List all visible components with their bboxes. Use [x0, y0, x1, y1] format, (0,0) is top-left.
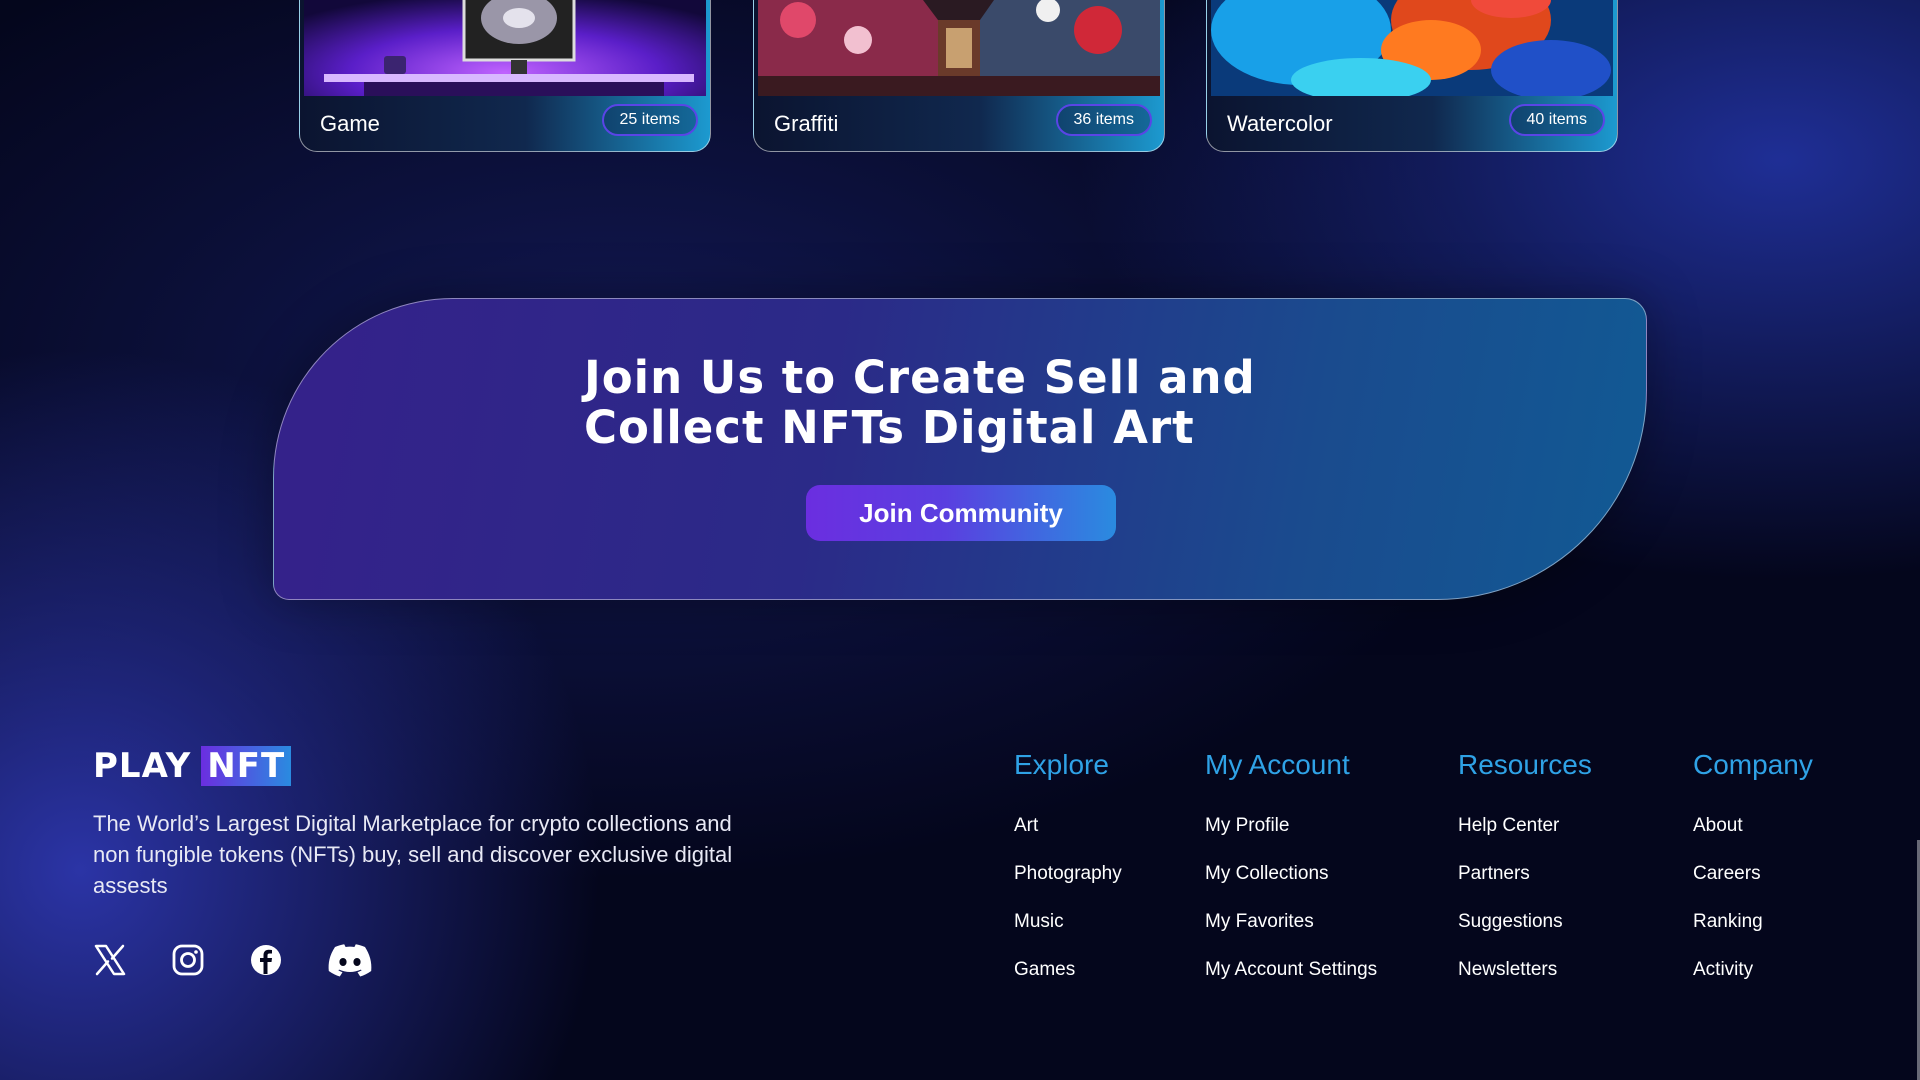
collection-count-badge: 40 items [1508, 104, 1605, 136]
footer-link-my-account-settings[interactable]: My Account Settings [1205, 946, 1377, 994]
join-community-button[interactable]: Join Community [806, 485, 1116, 541]
footer-link-music[interactable]: Music [1014, 898, 1122, 946]
footer-heading-my-account: My Account [1205, 749, 1350, 780]
graffiti-thumbnail [758, 0, 1160, 96]
collection-card-game[interactable]: Game 25 items [299, 0, 711, 152]
footer-link-my-favorites[interactable]: My Favorites [1205, 898, 1377, 946]
footer-heading-resources: Resources [1458, 749, 1592, 780]
brand-logo[interactable]: PLAY NFT [93, 746, 292, 786]
footer-link-suggestions[interactable]: Suggestions [1458, 898, 1592, 946]
footer-link-my-collections[interactable]: My Collections [1205, 850, 1377, 898]
banner-heading-line1: Join Us to Create Sell and [584, 351, 1256, 404]
footer-link-partners[interactable]: Partners [1458, 850, 1592, 898]
collection-cards: Game 25 items Graffiti 36 items Watercol… [0, 0, 1920, 160]
collection-card-graffiti[interactable]: Graffiti 36 items [753, 0, 1165, 152]
footer-heading-company: Company [1693, 749, 1813, 780]
collection-name: Watercolor [1227, 111, 1333, 136]
footer-link-newsletters[interactable]: Newsletters [1458, 946, 1592, 994]
facebook-icon[interactable] [249, 943, 283, 977]
logo-nft-text: NFT [201, 746, 292, 786]
banner-heading: Join Us to Create Sell and Collect NFTs … [584, 353, 1404, 453]
brand-tagline: The World’s Largest Digital Marketplace … [93, 811, 733, 898]
watercolor-thumbnail [1211, 0, 1613, 96]
x-icon[interactable] [93, 943, 127, 977]
footer-link-ranking[interactable]: Ranking [1693, 898, 1813, 946]
footer-link-careers[interactable]: Careers [1693, 850, 1813, 898]
collection-count-badge: 36 items [1055, 104, 1152, 136]
footer-link-activity[interactable]: Activity [1693, 946, 1813, 994]
collection-name: Game [320, 111, 380, 136]
collection-name: Graffiti [774, 111, 839, 136]
social-links [93, 940, 417, 980]
footer-link-my-profile[interactable]: My Profile [1205, 802, 1377, 850]
instagram-icon[interactable] [171, 943, 205, 977]
footer-link-games[interactable]: Games [1014, 946, 1122, 994]
collection-card-watercolor[interactable]: Watercolor 40 items [1206, 0, 1618, 152]
footer-column-resources: Resources Help Center Partners Suggestio… [1458, 748, 1592, 994]
logo-play-text: PLAY [93, 746, 192, 786]
discord-icon[interactable] [327, 943, 373, 977]
footer-link-art[interactable]: Art [1014, 802, 1122, 850]
footer-link-photography[interactable]: Photography [1014, 850, 1122, 898]
footer-link-about[interactable]: About [1693, 802, 1813, 850]
join-community-banner: Join Us to Create Sell and Collect NFTs … [273, 298, 1647, 600]
footer-link-help-center[interactable]: Help Center [1458, 802, 1592, 850]
footer-heading-explore: Explore [1014, 749, 1109, 780]
footer-column-my-account: My Account My Profile My Collections My … [1205, 748, 1377, 994]
footer-column-explore: Explore Art Photography Music Games [1014, 748, 1122, 994]
footer-column-company: Company About Careers Ranking Activity [1693, 748, 1813, 994]
collection-count-badge: 25 items [601, 104, 698, 136]
game-thumbnail [304, 0, 706, 96]
banner-heading-line2: Collect NFTs Digital Art [584, 401, 1195, 454]
